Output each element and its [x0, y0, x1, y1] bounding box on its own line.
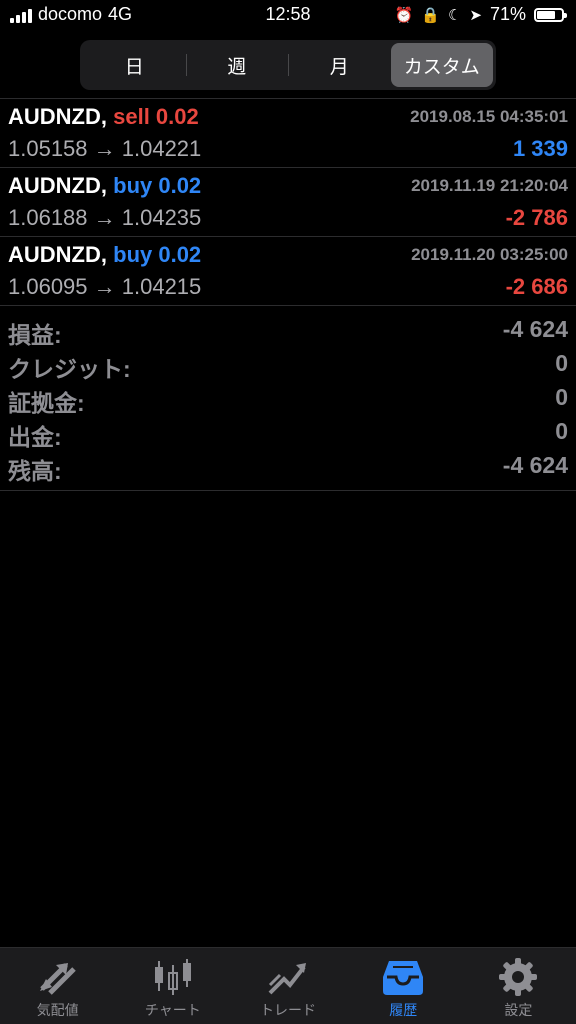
summary-label: 残高: — [8, 458, 62, 484]
trade-prices: 1.05158 → 1.04221 — [8, 136, 202, 161]
segment-month[interactable]: 月 — [288, 43, 391, 87]
trade-header: AUDNZD, sell 0.02 — [8, 104, 199, 130]
gear-icon — [499, 958, 538, 996]
trade-datetime: 2019.11.19 21:20:04 — [411, 176, 568, 195]
battery-percent: 71% — [489, 4, 526, 24]
tab-label: チャート — [144, 1002, 201, 1018]
candlestick-icon — [154, 959, 191, 995]
segment-week[interactable]: 週 — [185, 43, 289, 87]
trade-row[interactable]: AUDNZD, buy 0.02 2019.11.19 21:20:04 1.0… — [0, 168, 576, 237]
trade-symbol: AUDNZD, — [8, 173, 107, 198]
summary-label: 証拠金: — [8, 390, 85, 416]
battery-icon — [534, 7, 567, 22]
trade-symbol: AUDNZD, — [8, 242, 107, 267]
bottom-tab-bar: 気配値 チャート トレード 履歴 設定 — [0, 947, 576, 1024]
tab-label: 履歴 — [389, 1002, 418, 1018]
tab-label: トレード — [260, 1002, 316, 1018]
summary-value: -4 624 — [502, 316, 568, 342]
trade-profit: 1 339 — [512, 136, 568, 161]
tab-label: 気配値 — [36, 1002, 79, 1018]
history-inbox-icon — [383, 961, 424, 995]
trade-side: buy 0.02 — [113, 242, 202, 267]
trade-profit: -2 786 — [505, 205, 568, 230]
trade-row[interactable]: AUDNZD, sell 0.02 2019.08.15 04:35:01 1.… — [0, 99, 576, 168]
trade-symbol: AUDNZD, — [8, 104, 107, 129]
trade-row[interactable]: AUDNZD, buy 0.02 2019.11.20 03:25:00 1.0… — [0, 237, 576, 306]
summary-balance-row: 残高: -4 624 — [0, 452, 576, 486]
location-icon: ➤ — [469, 6, 482, 24]
status-bar-right: ⏰ 🔒 ☾ ➤ 71% — [394, 4, 567, 25]
trade-prices: 1.06188 → 1.04235 — [8, 205, 202, 230]
trade-header: AUDNZD, buy 0.02 — [8, 242, 201, 268]
alarm-icon: ⏰ — [394, 6, 414, 24]
trade-side: buy 0.02 — [113, 173, 202, 198]
summary-withdrawal-row: 出金: 0 — [0, 418, 576, 452]
segment-day[interactable]: 日 — [83, 43, 186, 87]
summary-value: 0 — [555, 350, 568, 376]
tab-history[interactable]: 履歴 — [346, 948, 461, 1024]
trade-profit: -2 686 — [505, 274, 568, 299]
period-segmented-control: 日 週 月 カスタム — [80, 40, 496, 90]
summary-deposit-row: 証拠金: 0 — [0, 384, 576, 418]
orientation-lock-icon: 🔒 — [421, 6, 440, 24]
trade-history-list: AUDNZD, sell 0.02 2019.08.15 04:35:01 1.… — [0, 98, 576, 306]
summary-label: 出金: — [8, 424, 62, 450]
tab-trade[interactable]: トレード — [230, 948, 345, 1024]
trade-side: sell 0.02 — [113, 104, 199, 129]
trade-header: AUDNZD, buy 0.02 — [8, 173, 201, 199]
trade-datetime: 2019.08.15 04:35:01 — [410, 107, 568, 126]
moon-icon: ☾ — [447, 6, 462, 24]
summary-label: クレジット: — [8, 356, 131, 382]
summary-value: 0 — [555, 384, 568, 410]
tab-settings[interactable]: 設定 — [461, 948, 576, 1024]
quotes-arrows-icon — [39, 963, 76, 995]
trade-chart-icon — [268, 963, 306, 995]
trade-datetime: 2019.11.20 03:25:00 — [411, 245, 568, 264]
summary-value: -4 624 — [502, 452, 568, 478]
summary-label: 損益: — [8, 322, 62, 348]
trade-prices: 1.06095 → 1.04215 — [8, 274, 202, 299]
status-bar: docomo 4G 12:58 ⏰ 🔒 ☾ ➤ 71% — [0, 0, 576, 32]
segment-custom[interactable]: カスタム — [390, 43, 493, 87]
account-summary: 損益: -4 624 クレジット: 0 証拠金: 0 出金: 0 残高: -4 … — [0, 312, 576, 491]
tab-quotes[interactable]: 気配値 — [0, 948, 115, 1024]
summary-value: 0 — [555, 418, 568, 444]
tab-label: 設定 — [504, 1002, 533, 1018]
summary-profit-row: 損益: -4 624 — [0, 316, 576, 350]
tab-chart[interactable]: チャート — [115, 948, 230, 1024]
summary-credit-row: クレジット: 0 — [0, 350, 576, 384]
